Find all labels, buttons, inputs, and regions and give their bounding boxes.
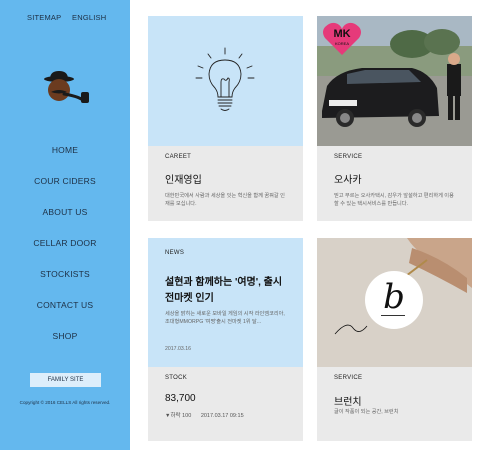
- card-category: SERVICE: [334, 154, 363, 160]
- card-category: CAREET: [165, 154, 192, 160]
- career-image: [148, 16, 303, 146]
- sidebar: SITEMAP ENGLISH HOME COUR CIDERS ABOUT U…: [0, 0, 130, 450]
- card-description: 믿고 부르는 오사카택시, 감우가 앞설하고 편리하게 이용할 수 있는 택시서…: [334, 193, 454, 207]
- family-site-button[interactable]: FAMILY SITE: [30, 373, 101, 387]
- career-card[interactable]: CAREET 인재영입 대한민국에서 사람과 세상을 잇는 혁신을 함께 꿈꿔갈…: [148, 16, 303, 221]
- underline-divider: [381, 315, 405, 316]
- service-card-body: SERVICE 오사카 믿고 부르는 오사카택시, 감우가 앞설하고 편리하게 …: [317, 146, 472, 221]
- mk-korea-badge: MK KOREA: [323, 22, 361, 56]
- stock-category: STOCK: [165, 375, 188, 381]
- stock-change: ▼하락 100: [165, 413, 192, 419]
- news-card[interactable]: NEWS 설현과 함께하는 '여명', 출시 전마켓 인기 세상을 밝히는 새로…: [148, 238, 303, 441]
- card-title: 브런치: [334, 397, 362, 408]
- card-category: SERVICE: [334, 375, 363, 381]
- mk-logo-text: MK: [333, 28, 351, 40]
- lightbulb-icon: [195, 47, 255, 111]
- card-title: 오사카: [334, 175, 362, 186]
- stock-datetime: 2017.03.17 09:15: [200, 413, 244, 419]
- menu-item-cour-ciders[interactable]: COUR CIDERS: [0, 170, 130, 201]
- card-title: 인재영입: [165, 175, 202, 186]
- english-link[interactable]: ENGLISH: [72, 13, 106, 22]
- menu-item-shop[interactable]: SHOP: [0, 325, 130, 356]
- news-date: 2017.03.16: [165, 346, 191, 352]
- brunch-logo-letter: b: [383, 277, 405, 317]
- card-description: 글이 작품이 되는 공간, 브런치: [334, 409, 399, 415]
- news-description: 세상을 밝히는 새로운 모바일 게임의 시작 라인엠코리아, 조대형MMORPG…: [165, 311, 285, 325]
- stock-price: 83,700: [165, 393, 196, 404]
- korea-text: KOREA: [334, 41, 349, 46]
- menu-item-cellar-door[interactable]: CELLAR DOOR: [0, 232, 130, 263]
- menu-item-about-us[interactable]: ABOUT US: [0, 201, 130, 232]
- service-card-osaka[interactable]: MK KOREA SERVICE 오사카 믿고 부르는 오사카택시, 감우가 앞…: [317, 16, 472, 221]
- news-category: NEWS: [165, 250, 185, 256]
- writing-photo: b: [317, 238, 472, 367]
- service-card-brunch[interactable]: b SERVICE 브런치 글이 작품이 되는 공간, 브런치: [317, 238, 472, 441]
- copyright-text: Copyright © 2016 CELLS All rights reserv…: [19, 400, 111, 405]
- brunch-logo: b: [365, 271, 423, 329]
- main-menu: HOME COUR CIDERS ABOUT US CELLAR DOOR ST…: [0, 139, 130, 356]
- pipe-smoker-logo-icon[interactable]: [39, 70, 103, 116]
- sitemap-link[interactable]: SITEMAP: [27, 13, 61, 22]
- menu-item-contact-us[interactable]: CONTACT US: [0, 294, 130, 325]
- brunch-card-body: SERVICE 브런치 글이 작품이 되는 공간, 브런치: [317, 367, 472, 441]
- menu-item-stockists[interactable]: STOCKISTS: [0, 263, 130, 294]
- taxi-photo: MK KOREA: [317, 16, 472, 146]
- news-title: 설현과 함께하는 '여명', 출시 전마켓 인기: [165, 277, 283, 304]
- career-card-body: CAREET 인재영입 대한민국에서 사람과 세상을 잇는 혁신을 함께 꿈꿔갈…: [148, 146, 303, 221]
- stock-meta: ▼하락 100 2017.03.17 09:15: [165, 411, 252, 419]
- stock-panel: STOCK 83,700 ▼하락 100 2017.03.17 09:15: [148, 367, 303, 441]
- card-description: 대한민국에서 사람과 세상을 잇는 혁신을 함께 꿈꿔갈 인재를 모십니다.: [165, 193, 285, 207]
- menu-item-home[interactable]: HOME: [0, 139, 130, 170]
